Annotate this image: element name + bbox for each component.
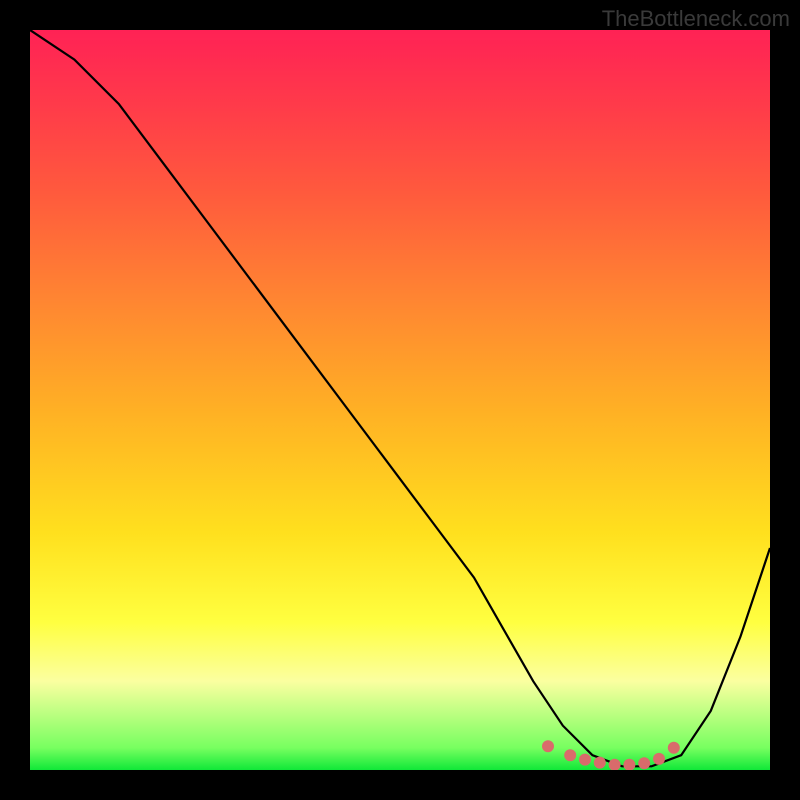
chart-svg (30, 30, 770, 770)
bottleneck-curve-line (30, 30, 770, 766)
plot-area (30, 30, 770, 770)
watermark-text: TheBottleneck.com (602, 6, 790, 32)
chart-frame (0, 0, 800, 800)
optimal-range-dots (542, 740, 680, 770)
